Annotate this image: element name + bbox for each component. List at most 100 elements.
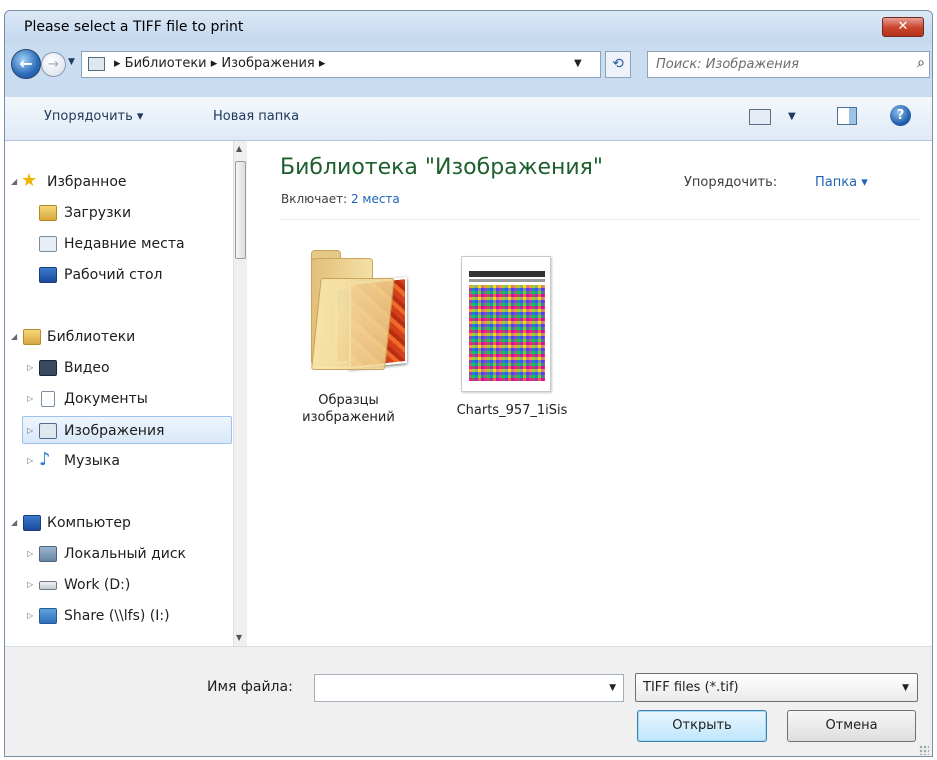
filename-label: Имя файла: — [207, 679, 293, 695]
sidebar-item-label: Изображения — [64, 423, 165, 439]
search-box[interactable]: ⌕ — [647, 51, 930, 78]
command-toolbar: Упорядочить ▾ Новая папка ▼ ? — [5, 97, 932, 141]
chevron-down-icon[interactable]: ▼ — [902, 683, 909, 693]
expander-open-icon[interactable]: ◢ — [11, 323, 17, 351]
expander-closed-icon[interactable]: ▷ — [27, 447, 33, 475]
filename-input[interactable] — [319, 679, 589, 697]
chevron-down-icon: ▼ — [68, 57, 75, 67]
forward-arrow-icon: → — [48, 57, 59, 72]
pictures-icon — [39, 423, 57, 439]
sidebar-item-label: Компьютер — [47, 515, 131, 531]
address-path[interactable]: ▸ Библиотеки ▸ Изображения ▸ — [114, 56, 325, 71]
video-icon — [39, 360, 57, 376]
expander-closed-icon[interactable]: ▷ — [27, 417, 33, 445]
close-icon: ✕ — [897, 19, 909, 34]
arrange-by-dropdown[interactable]: Папка ▾ — [815, 175, 868, 190]
scrollbar-thumb[interactable] — [235, 161, 246, 259]
cancel-button[interactable]: Отмена — [787, 710, 916, 742]
scroll-down-icon[interactable]: ▼ — [236, 633, 242, 642]
search-input[interactable] — [656, 55, 896, 74]
sidebar-item-desktop[interactable]: Рабочий стол — [5, 261, 231, 289]
search-icon[interactable]: ⌕ — [917, 55, 925, 71]
refresh-icon: ⟲ — [612, 56, 624, 72]
libraries-icon — [23, 329, 41, 345]
expander-closed-icon[interactable]: ▷ — [27, 354, 33, 382]
scroll-up-icon[interactable]: ▲ — [236, 144, 242, 153]
file-item-sample-pictures-folder[interactable]: Образцы изображений — [281, 246, 416, 446]
sidebar-item-label: Share (\\lfs) (I:) — [64, 608, 170, 624]
filename-combobox[interactable]: ▼ — [314, 674, 624, 702]
sidebar-item-label: Видео — [64, 360, 110, 376]
downloads-icon — [39, 205, 57, 221]
views-dropdown[interactable]: ▼ — [788, 111, 796, 122]
back-button[interactable]: ← — [11, 49, 41, 79]
sidebar-item-share-drive[interactable]: ▷ Share (\\lfs) (I:) — [5, 602, 231, 630]
expander-open-icon[interactable]: ◢ — [11, 168, 17, 196]
resize-grip-icon[interactable] — [919, 745, 929, 755]
sidebar-item-label: Документы — [64, 391, 148, 407]
sidebar-item-favorites[interactable]: ◢ ★ Избранное — [5, 168, 231, 196]
network-drive-icon — [39, 608, 57, 624]
organize-button[interactable]: Упорядочить ▾ — [44, 109, 143, 124]
arrange-by-label: Упорядочить: — [684, 175, 778, 190]
recent-places-icon — [39, 236, 57, 252]
sidebar-item-libraries[interactable]: ◢ Библиотеки — [5, 323, 231, 351]
chevron-down-icon: ▼ — [788, 111, 796, 122]
expander-open-icon[interactable]: ◢ — [11, 509, 17, 537]
dialog-bottom-panel: Имя файла: ▼ TIFF files (*.tif) ▼ Открыт… — [5, 646, 932, 756]
open-button[interactable]: Открыть — [637, 710, 767, 742]
chevron-down-icon: ▼ — [574, 58, 582, 69]
chevron-down-icon[interactable]: ▼ — [609, 683, 616, 693]
file-list-pane: Библиотека "Изображения" Включает: 2 мес… — [247, 141, 932, 646]
sidebar-scrollbar[interactable]: ▲ ▼ — [233, 141, 247, 646]
forward-button[interactable]: → — [41, 52, 66, 77]
sidebar-item-work-drive[interactable]: ▷ Work (D:) — [5, 571, 231, 599]
navigation-pane: ◢ ★ Избранное Загрузки Недавние места Ра… — [5, 141, 247, 646]
includes-locations-link[interactable]: 2 места — [351, 192, 400, 206]
music-icon: ♪ — [39, 449, 51, 470]
back-arrow-icon: ← — [19, 54, 33, 73]
views-icon[interactable] — [749, 109, 771, 125]
sidebar-item-downloads[interactable]: Загрузки — [5, 199, 231, 227]
desktop-icon — [39, 267, 57, 283]
filetype-value: TIFF files (*.tif) — [643, 680, 739, 695]
sidebar-item-video[interactable]: ▷ Видео — [5, 354, 231, 382]
file-name-line2: изображений — [302, 410, 395, 425]
title-bar: Please select a TIFF file to print ✕ — [5, 11, 932, 43]
sidebar-item-label: Библиотеки — [47, 329, 136, 345]
sidebar-item-music[interactable]: ▷ ♪ Музыка — [5, 447, 231, 475]
library-pictures-icon — [88, 57, 105, 71]
address-dropdown[interactable]: ▼ — [574, 58, 582, 69]
computer-icon — [23, 515, 41, 531]
file-item-tiff-chart[interactable]: Charts_957_1iSis — [452, 256, 572, 436]
expander-closed-icon[interactable]: ▷ — [27, 571, 33, 599]
address-bar[interactable]: ▸ Библиотеки ▸ Изображения ▸ ▼ — [81, 51, 601, 78]
help-icon[interactable]: ? — [890, 105, 911, 126]
folder-icon — [297, 246, 407, 374]
sidebar-item-label: Work (D:) — [64, 577, 131, 593]
sidebar-item-label: Музыка — [64, 453, 120, 469]
expander-closed-icon[interactable]: ▷ — [27, 385, 33, 413]
filetype-select[interactable]: TIFF files (*.tif) ▼ — [635, 673, 918, 702]
library-includes: Включает: 2 места — [281, 192, 400, 206]
sidebar-item-documents[interactable]: ▷ Документы — [5, 385, 231, 413]
sidebar-item-local-disk[interactable]: ▷ Локальный диск — [5, 540, 231, 568]
expander-closed-icon[interactable]: ▷ — [27, 602, 33, 630]
local-disk-icon — [39, 546, 57, 562]
sidebar-item-recent-places[interactable]: Недавние места — [5, 230, 231, 258]
preview-pane-icon[interactable] — [837, 107, 857, 125]
expander-closed-icon[interactable]: ▷ — [27, 540, 33, 568]
documents-icon — [41, 391, 55, 407]
includes-label: Включает: — [281, 192, 348, 206]
tiff-thumbnail-icon — [461, 256, 551, 392]
refresh-button[interactable]: ⟲ — [605, 51, 631, 78]
history-dropdown[interactable]: ▼ — [68, 57, 75, 67]
new-folder-button[interactable]: Новая папка — [213, 109, 299, 124]
file-name-line1: Charts_957_1iSis — [456, 403, 568, 418]
sidebar-item-computer[interactable]: ◢ Компьютер — [5, 509, 231, 537]
sidebar-item-label: Рабочий стол — [64, 267, 163, 283]
close-button[interactable]: ✕ — [882, 17, 924, 37]
sidebar-item-pictures[interactable]: ▷ Изображения — [22, 416, 232, 444]
library-title: Библиотека "Изображения" — [280, 155, 604, 180]
drive-icon — [39, 581, 57, 590]
